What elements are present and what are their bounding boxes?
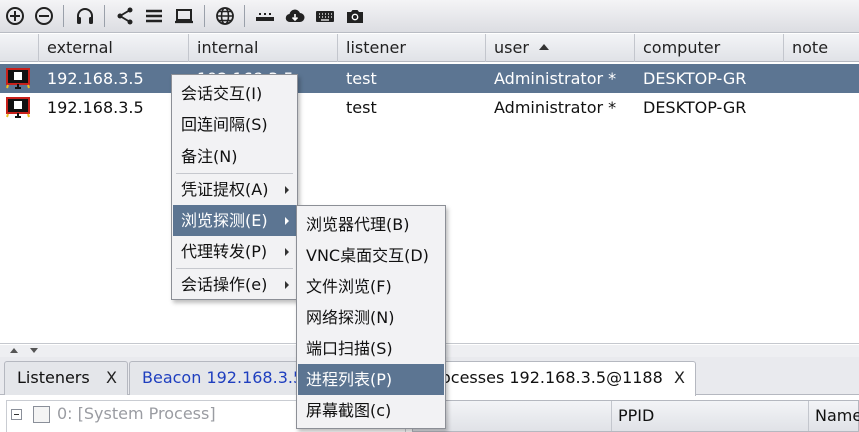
cell-external: 192.168.3.5 (47, 98, 144, 117)
disconnect-icon[interactable] (33, 5, 55, 27)
menu-item-label: VNC桌面交互(D) (306, 246, 429, 265)
menu-item-session[interactable]: 会话操作(e) (173, 269, 296, 300)
column-header-listener[interactable]: listener (338, 34, 486, 62)
icon-column-header[interactable] (0, 34, 39, 62)
toolbar-separator (63, 5, 64, 27)
share-icon[interactable] (114, 5, 136, 27)
collapse-icon[interactable] (11, 409, 22, 420)
column-header-ppid[interactable]: PPID (612, 401, 809, 431)
globe-icon[interactable] (214, 5, 236, 27)
menu-item-label: 浏览器代理(B) (306, 215, 410, 234)
menu-item-label: 端口扫描(S) (306, 339, 393, 358)
tab-label: Listeners (17, 368, 90, 387)
column-header-user-label: user (494, 38, 529, 57)
camera-icon[interactable] (344, 5, 366, 27)
menu-item-label: 凭证提权(A) (181, 180, 269, 199)
column-header-computer[interactable]: computer (635, 34, 784, 62)
table-row[interactable]: 192.168.3.5 192.168.3.5 test Administrat… (0, 64, 859, 93)
menu-item-port-scan[interactable]: 端口扫描(S) (298, 333, 444, 364)
menu-item-label: 备注(N) (181, 147, 238, 166)
submenu-arrow-icon (285, 186, 289, 194)
context-menu: 会话交互(I) 回连间隔(S) 备注(N) 凭证提权(A) 浏览探测(E) 代理… (171, 74, 298, 300)
menu-item-label: 代理转发(P) (181, 242, 268, 261)
cell-user: Administrator * (494, 69, 617, 88)
connect-icon[interactable] (4, 5, 26, 27)
dots-bar-icon[interactable] (254, 5, 276, 27)
menu-item-sleep[interactable]: 回连间隔(S) (173, 109, 296, 140)
menu-item-screenshot[interactable]: 屏幕截图(c) (298, 395, 444, 426)
beacon-monitor-icon (6, 97, 30, 118)
toolbar-separator (204, 5, 205, 27)
menu-item-net-view[interactable]: 网络探测(N) (298, 302, 444, 333)
folder-icon (33, 406, 50, 423)
cobalt-strike-window: { "toolbar": { "buttons": [ {"icon": "co… (0, 0, 859, 432)
headphones-icon[interactable] (74, 5, 96, 27)
close-icon[interactable]: X (674, 362, 685, 394)
toolbar-separator (244, 5, 245, 27)
cell-note (784, 93, 859, 122)
menu-item-label: 屏幕截图(c) (306, 401, 392, 420)
process-table-header: PID PPID Name (412, 400, 859, 432)
keyboard-icon[interactable] (314, 5, 336, 27)
column-header-internal[interactable]: internal (189, 34, 338, 62)
close-icon[interactable]: X (106, 362, 117, 394)
menu-item-pivoting[interactable]: 代理转发(P) (173, 236, 296, 267)
table-row[interactable]: 192.168.3.5 192.168.3.5 test Administrat… (0, 93, 859, 122)
cell-note (784, 64, 859, 93)
tab-processes[interactable]: ocesses 192.168.3.5@1188 X (440, 361, 696, 396)
cell-external: 192.168.3.5 (47, 69, 144, 88)
menu-item-file-browser[interactable]: 文件浏览(F) (298, 271, 444, 302)
laptop-icon[interactable] (173, 5, 195, 27)
beacon-monitor-icon (6, 68, 30, 89)
cell-user: Administrator * (494, 98, 617, 117)
menu-item-label: 会话操作(e) (181, 275, 268, 294)
tab-beacon[interactable]: Beacon 192.168.3.5 (129, 361, 299, 395)
explore-submenu: 浏览器代理(B) VNC桌面交互(D) 文件浏览(F) 网络探测(N) 端口扫描… (296, 205, 446, 429)
submenu-arrow-icon (285, 217, 289, 225)
menu-item-desktop-vnc[interactable]: VNC桌面交互(D) (298, 240, 444, 271)
tab-label: ocesses 192.168.3.5@1188 (441, 368, 663, 387)
menu-item-access[interactable]: 凭证提权(A) (173, 174, 296, 205)
cloud-download-icon[interactable] (284, 5, 306, 27)
splitter-down-arrow-icon[interactable] (30, 348, 38, 353)
menu-item-process-list[interactable]: 进程列表(P) (298, 364, 444, 395)
tab-label: Beacon 192.168.3.5 (142, 368, 299, 387)
sort-ascending-icon (538, 44, 549, 50)
menu-item-label: 会话交互(I) (181, 84, 263, 103)
cell-computer: DESKTOP-GR (643, 69, 747, 88)
menu-item-label: 浏览探测(E) (181, 211, 268, 230)
menu-item-interact[interactable]: 会话交互(I) (173, 78, 296, 109)
table-header: external internal listener user computer… (0, 34, 859, 62)
list-icon[interactable] (143, 5, 165, 27)
column-header-external[interactable]: external (39, 34, 189, 62)
menu-item-label: 网络探测(N) (306, 308, 395, 327)
menu-item-note[interactable]: 备注(N) (173, 141, 296, 172)
column-header-user[interactable]: user (486, 34, 635, 62)
column-header-name[interactable]: Name (809, 401, 859, 431)
toolbar (0, 0, 859, 33)
menu-item-label: 进程列表(P) (306, 370, 393, 389)
menu-item-explore[interactable]: 浏览探测(E) (173, 205, 296, 236)
tab-listeners[interactable]: Listeners X (4, 361, 128, 395)
cell-listener: test (346, 69, 377, 88)
submenu-arrow-icon (285, 248, 289, 256)
menu-item-label: 回连间隔(S) (181, 115, 268, 134)
menu-item-browser-pivot[interactable]: 浏览器代理(B) (298, 209, 444, 240)
splitter-up-arrow-icon[interactable] (10, 348, 18, 353)
submenu-arrow-icon (285, 281, 289, 289)
toolbar-separator (104, 5, 105, 27)
cell-computer: DESKTOP-GR (643, 98, 747, 117)
tree-node-label[interactable]: 0: [System Process] (57, 403, 216, 425)
column-header-note[interactable]: note (784, 34, 859, 62)
menu-item-label: 文件浏览(F) (306, 277, 392, 296)
cell-listener: test (346, 98, 377, 117)
